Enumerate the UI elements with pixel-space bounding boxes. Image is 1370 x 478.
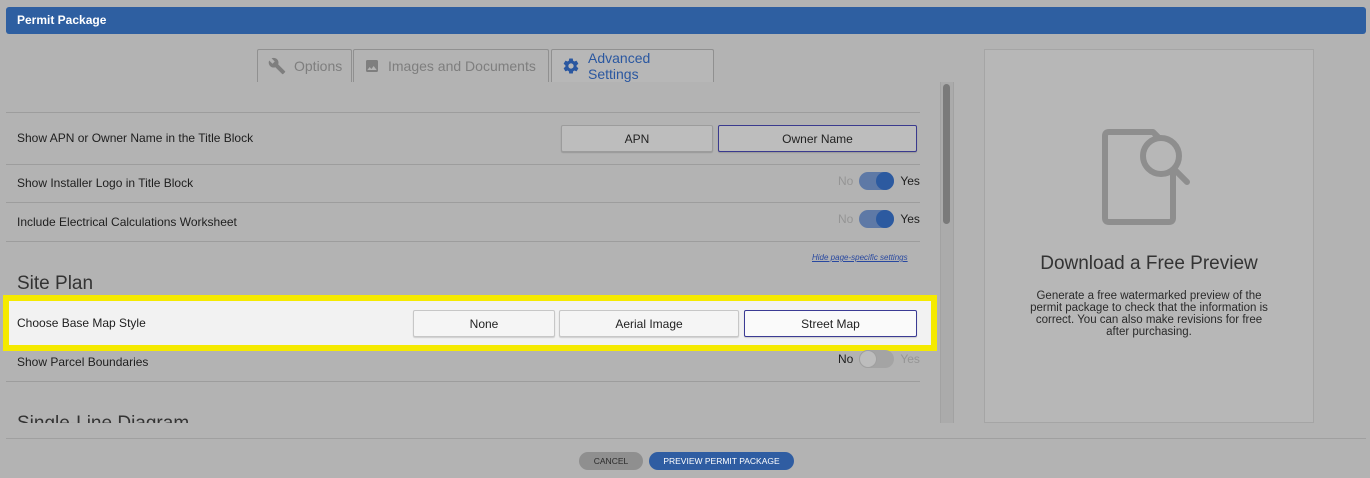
installer-logo-toggle[interactable]: No Yes: [838, 172, 920, 190]
toggle-no-label: No: [838, 212, 854, 226]
apn-button[interactable]: APN: [561, 125, 713, 152]
preview-title: Download a Free Preview: [1040, 253, 1258, 274]
elec-calc-toggle[interactable]: No Yes: [838, 210, 920, 228]
document-search-icon: [1101, 128, 1193, 233]
single-line-heading: Single-Line Diagram: [17, 413, 189, 423]
toggle-switch[interactable]: [859, 172, 895, 190]
tab-images-label: Images and Documents: [388, 58, 536, 74]
toggle-no-label: No: [838, 174, 854, 188]
parcel-boundaries-label: Show Parcel Boundaries: [17, 355, 149, 369]
tab-images-and-documents[interactable]: Images and Documents: [353, 49, 549, 82]
image-icon: [364, 58, 380, 74]
tab-options[interactable]: Options: [257, 49, 352, 82]
hide-page-specific-settings-link[interactable]: Hide page-specific settings: [812, 253, 908, 262]
dialog-title: Permit Package: [17, 13, 107, 27]
scrollbar-thumb[interactable]: [943, 84, 950, 224]
toggle-yes-label: Yes: [900, 174, 920, 188]
wrench-icon: [268, 57, 286, 75]
none-button[interactable]: None: [413, 310, 555, 337]
toggle-no-label: No: [838, 352, 854, 366]
aerial-image-button[interactable]: Aerial Image: [559, 310, 739, 337]
street-map-button[interactable]: Street Map: [744, 310, 917, 337]
owner-name-button[interactable]: Owner Name: [718, 125, 917, 152]
footer-divider: [6, 438, 1366, 439]
elec-calc-label: Include Electrical Calculations Workshee…: [17, 215, 237, 229]
divider: [6, 112, 920, 113]
installer-logo-label: Show Installer Logo in Title Block: [17, 176, 194, 190]
toggle-switch[interactable]: [859, 350, 895, 368]
dialog-titlebar: Permit Package: [6, 7, 1366, 34]
divider: [6, 164, 920, 165]
divider: [6, 381, 920, 382]
base-map-label: Choose Base Map Style: [17, 316, 146, 330]
toggle-switch[interactable]: [859, 210, 895, 228]
cancel-button[interactable]: CANCEL: [579, 452, 643, 470]
apn-owner-label: Show APN or Owner Name in the Title Bloc…: [17, 131, 254, 145]
single-line-heading-clip: Single-Line Diagram: [0, 405, 940, 423]
preview-permit-package-button[interactable]: PREVIEW PERMIT PACKAGE: [649, 452, 794, 470]
preview-panel: [984, 49, 1314, 423]
gear-icon: [562, 57, 580, 75]
tab-advanced-label: Advanced Settings: [588, 50, 651, 82]
tab-options-label: Options: [294, 58, 343, 74]
site-plan-heading: Site Plan: [17, 273, 94, 294]
preview-description: Generate a free watermarked preview of t…: [1030, 290, 1268, 338]
toggle-yes-label: Yes: [900, 352, 920, 366]
toggle-yes-label: Yes: [900, 212, 920, 226]
divider: [6, 241, 920, 242]
parcel-boundaries-toggle[interactable]: No Yes: [838, 350, 920, 368]
tab-advanced-settings[interactable]: Advanced Settings: [551, 49, 714, 82]
divider: [6, 202, 920, 203]
